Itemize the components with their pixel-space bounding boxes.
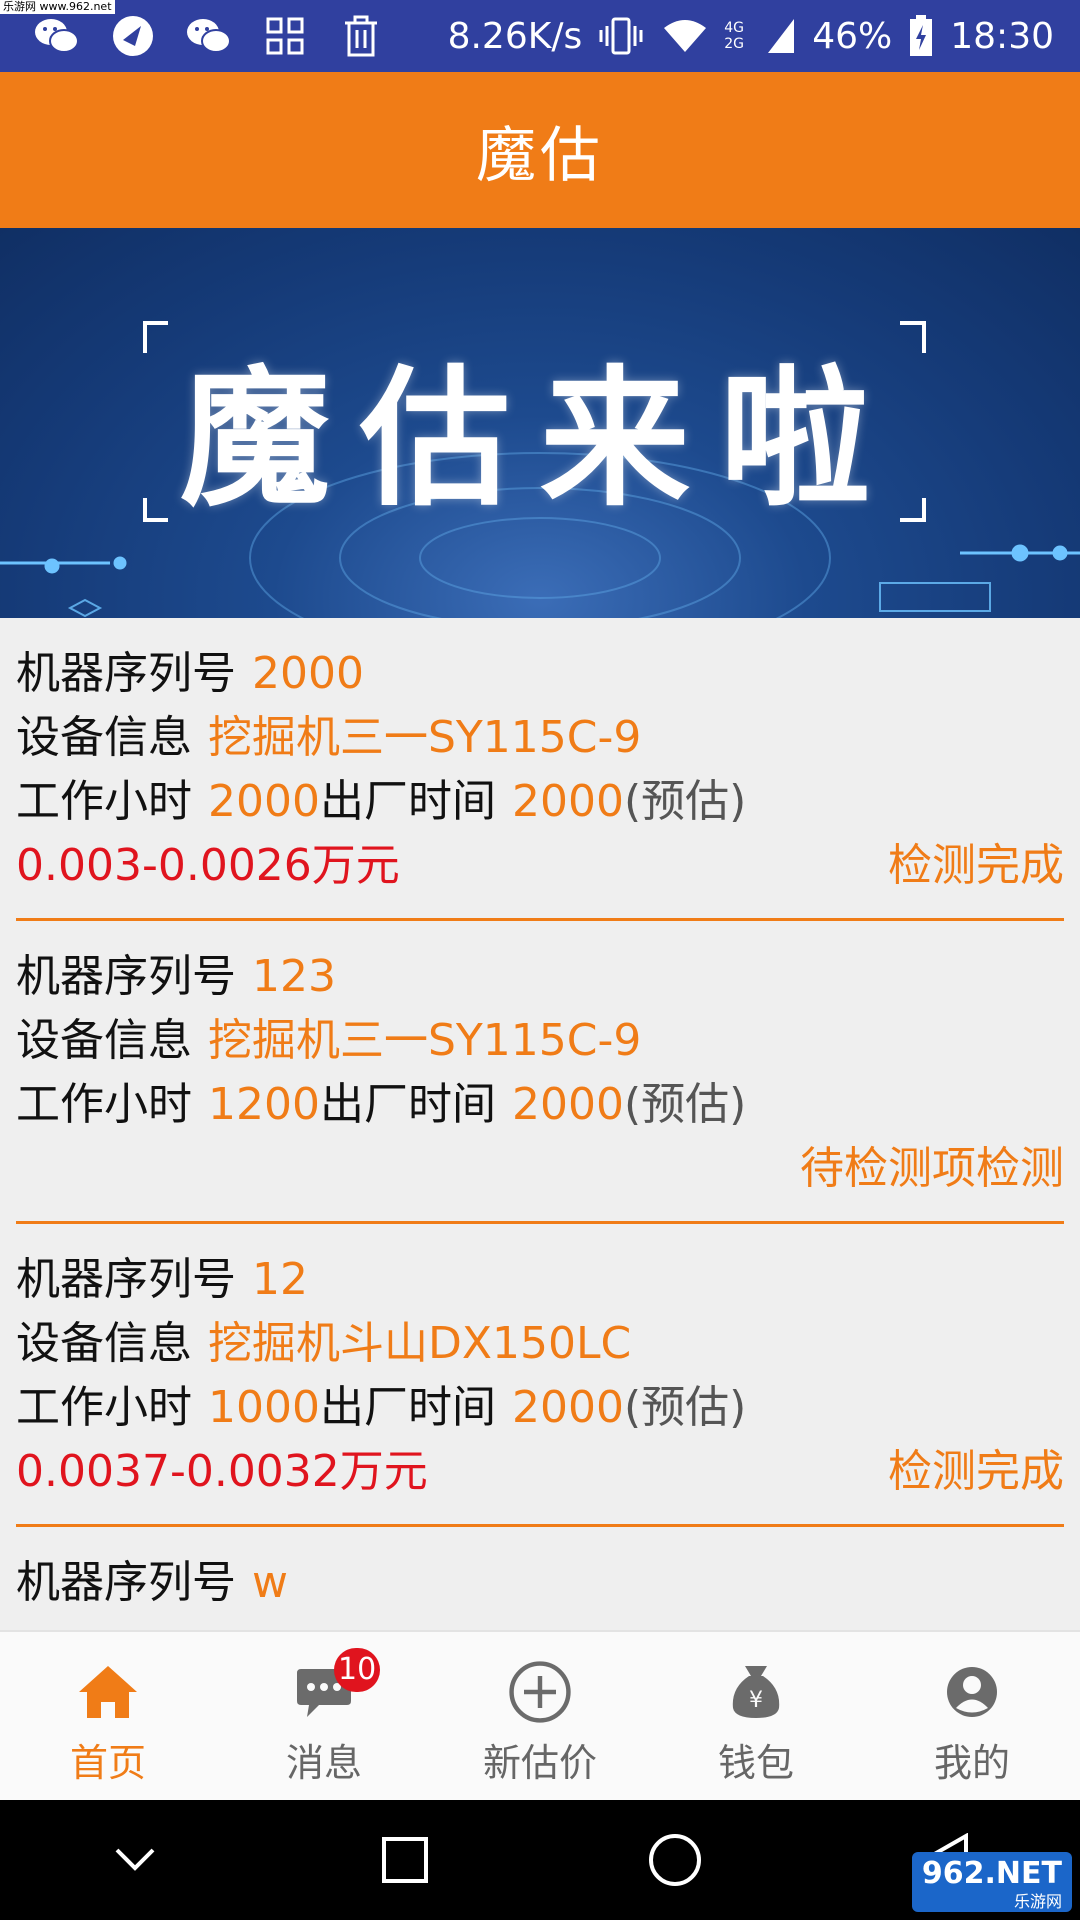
price-row: 待检测项检测 <box>16 1137 1064 1201</box>
device-value: 挖掘机三一SY115C-9 <box>208 1015 642 1066</box>
serial-label: 机器序列号 <box>16 648 236 699</box>
system-status: 8.26K/s 4G 2G 46% 18:30 <box>448 11 1080 61</box>
tab-profile-label: 我的 <box>933 1741 1010 1785</box>
device-row: 设备信息 挖掘机三一SY115C-9 <box>16 706 1064 770</box>
tab-home-label: 首页 <box>69 1741 146 1785</box>
hours-value: 2000 <box>208 776 320 827</box>
wechat-icon <box>184 11 234 61</box>
tab-home[interactable]: 首页 <box>0 1632 216 1802</box>
device-label: 设备信息 <box>16 712 192 763</box>
serial-row: 机器序列号 2000 <box>16 642 1064 706</box>
list-item[interactable]: 机器序列号 2000 设备信息 挖掘机三一SY115C-9 工作小时 2000 … <box>16 618 1064 921</box>
device-value: 挖掘机三一SY115C-9 <box>208 712 642 763</box>
serial-value: w <box>252 1557 288 1608</box>
factory-label: 出厂时间 <box>319 776 496 827</box>
qq-browser-icon <box>108 11 158 61</box>
device-row: 设备信息 挖掘机斗山DX150LC <box>16 1312 1064 1376</box>
hours-row: 工作小时 2000 出厂时间 2000 (预估) <box>16 770 1064 834</box>
home-icon <box>76 1660 140 1724</box>
status-bar: 乐游网 www.962.net 8.26K/s 4G 2G 46% 18:30 <box>0 0 1080 72</box>
apps-icon <box>260 11 310 61</box>
page-title: 魔估 <box>476 120 604 191</box>
watermark-main: 962.NET <box>921 1856 1062 1891</box>
tab-wallet[interactable]: ¥ 钱包 <box>648 1632 864 1802</box>
profile-icon <box>940 1660 1004 1724</box>
battery-percent: 46% <box>812 15 893 57</box>
estimate-note: (预估) <box>623 1079 747 1130</box>
banner-headline: 魔估来啦 <box>179 353 900 527</box>
price-row: 0.0037-0.0032万元 检测完成 <box>16 1440 1064 1504</box>
estimate-note: (预估) <box>623 1382 747 1433</box>
watermark-top: 乐游网 www.962.net <box>0 0 115 14</box>
tab-profile[interactable]: 我的 <box>864 1632 1080 1802</box>
battery-icon <box>906 11 936 61</box>
hours-value: 1200 <box>208 1079 320 1130</box>
wallet-icon: ¥ <box>724 1660 788 1724</box>
unread-badge: 10 <box>334 1648 381 1692</box>
serial-label: 机器序列号 <box>16 1557 236 1608</box>
factory-value: 2000 <box>511 1079 624 1130</box>
hours-value: 1000 <box>208 1382 320 1433</box>
hours-label: 工作小时 <box>16 776 192 827</box>
list-item[interactable]: 机器序列号 12 设备信息 挖掘机斗山DX150LC 工作小时 1000 出厂时… <box>16 1224 1064 1527</box>
app-screen: 乐游网 www.962.net 8.26K/s 4G 2G 46% 18:30 … <box>0 0 1080 1920</box>
vibrate-icon <box>596 11 646 61</box>
hours-row: 工作小时 1200 出厂时间 2000 (预估) <box>16 1073 1064 1137</box>
watermark-logo: 962.NET 乐游网 <box>911 1852 1072 1912</box>
serial-label: 机器序列号 <box>16 1254 236 1305</box>
app-title-bar: 魔估 <box>0 72 1080 228</box>
price-row: 0.003-0.0026万元 检测完成 <box>16 834 1064 898</box>
network-type: 4G 2G <box>724 20 744 52</box>
factory-value: 2000 <box>511 776 624 827</box>
tab-new-estimate[interactable]: 新估价 <box>432 1632 648 1802</box>
device-row: 设备信息 挖掘机三一SY115C-9 <box>16 1009 1064 1073</box>
factory-label: 出厂时间 <box>319 1079 496 1130</box>
bottom-tab-bar: 首页 10 消息 新估价 ¥ 钱包 我的 <box>0 1630 1080 1802</box>
list-item[interactable]: 机器序列号 123 设备信息 挖掘机三一SY115C-9 工作小时 1200 出… <box>16 921 1064 1224</box>
trash-icon <box>336 11 386 61</box>
tab-wallet-label: 钱包 <box>717 1741 794 1785</box>
wechat-icon <box>32 11 82 61</box>
factory-value: 2000 <box>511 1382 624 1433</box>
promo-banner[interactable]: 魔估来啦 <box>0 228 1080 618</box>
system-navigation-bar: 962.NET 乐游网 <box>0 1800 1080 1920</box>
list-item[interactable]: 机器序列号 w <box>16 1527 1064 1630</box>
serial-label: 机器序列号 <box>16 951 236 1002</box>
serial-value: 2000 <box>252 648 364 699</box>
signal-icon <box>764 11 798 61</box>
serial-value: 12 <box>252 1254 308 1305</box>
tab-messages[interactable]: 10 消息 <box>216 1632 432 1802</box>
wifi-icon <box>660 11 710 61</box>
network-speed: 8.26K/s <box>447 15 583 57</box>
factory-label: 出厂时间 <box>319 1382 496 1433</box>
clock: 18:30 <box>950 15 1054 57</box>
estimate-note: (预估) <box>623 776 747 827</box>
serial-row: 机器序列号 w <box>16 1551 1064 1615</box>
price-range: 0.0037-0.0032万元 <box>16 1446 428 1497</box>
device-value: 挖掘机斗山DX150LC <box>208 1318 632 1369</box>
serial-row: 机器序列号 123 <box>16 945 1064 1009</box>
record-list[interactable]: 机器序列号 2000 设备信息 挖掘机三一SY115C-9 工作小时 2000 … <box>16 618 1064 1630</box>
tab-messages-label: 消息 <box>285 1741 362 1785</box>
tab-new-estimate-label: 新估价 <box>482 1741 597 1785</box>
svg-text:¥: ¥ <box>749 1688 763 1713</box>
serial-value: 123 <box>252 951 336 1002</box>
serial-row: 机器序列号 12 <box>16 1248 1064 1312</box>
chevron-down-icon[interactable] <box>90 1815 180 1905</box>
device-label: 设备信息 <box>16 1015 192 1066</box>
home-circle-icon[interactable] <box>630 1815 720 1905</box>
hours-row: 工作小时 1000 出厂时间 2000 (预估) <box>16 1376 1064 1440</box>
device-label: 设备信息 <box>16 1318 192 1369</box>
hours-label: 工作小时 <box>16 1079 192 1130</box>
status-badge[interactable]: 检测完成 <box>888 1440 1064 1504</box>
status-badge[interactable]: 待检测项检测 <box>800 1137 1064 1201</box>
notification-icons <box>0 11 386 61</box>
recents-icon[interactable] <box>360 1815 450 1905</box>
hours-label: 工作小时 <box>16 1382 192 1433</box>
watermark-sub: 乐游网 <box>1013 1892 1062 1911</box>
status-badge[interactable]: 检测完成 <box>888 834 1064 898</box>
add-circle-icon <box>508 1660 572 1724</box>
price-range: 0.003-0.0026万元 <box>16 840 400 891</box>
